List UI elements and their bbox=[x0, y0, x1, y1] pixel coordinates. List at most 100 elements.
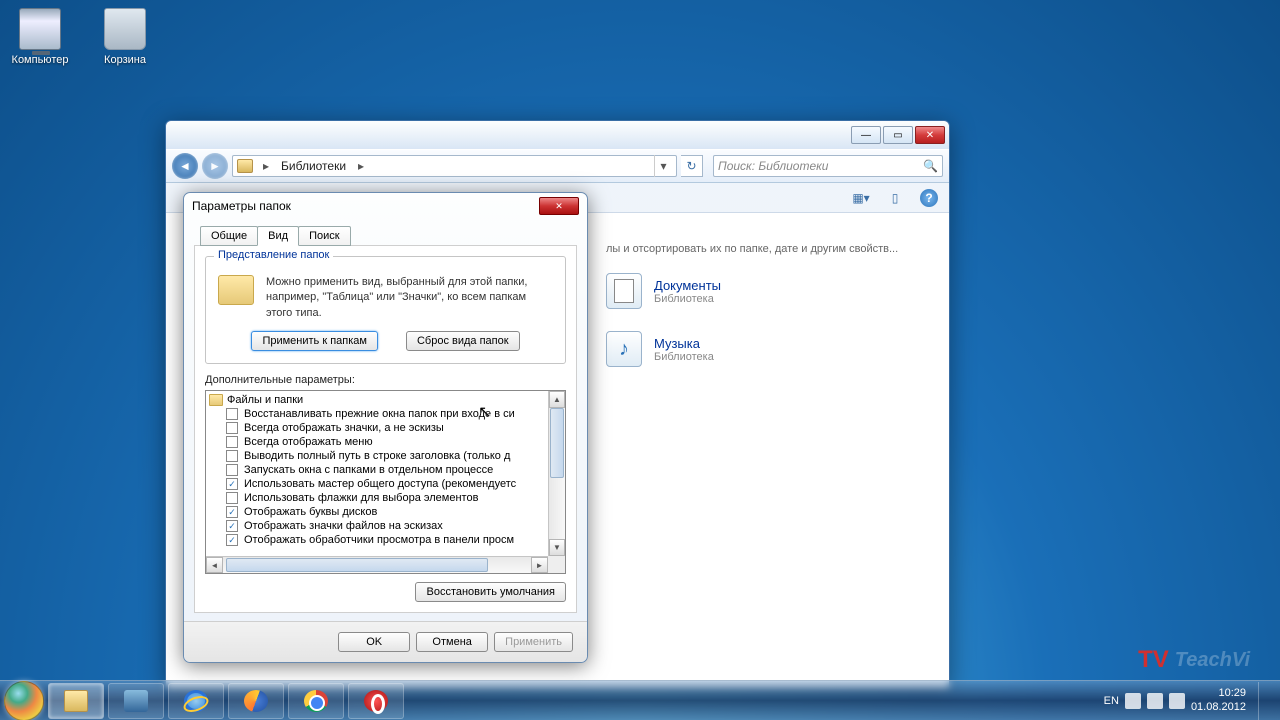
scroll-right-button[interactable]: ► bbox=[531, 557, 548, 573]
tree-item[interactable]: Восстанавливать прежние окна папок при в… bbox=[208, 407, 563, 421]
taskbar-clock[interactable]: 10:29 01.08.2012 bbox=[1191, 687, 1246, 713]
library-icon bbox=[606, 331, 642, 367]
computer-label: Компьютер bbox=[10, 54, 70, 66]
help-icon: ? bbox=[920, 189, 938, 207]
horizontal-scrollbar[interactable]: ◄ ► bbox=[206, 556, 548, 573]
checkbox[interactable] bbox=[226, 492, 238, 504]
group-title: Представление папок bbox=[214, 249, 333, 261]
vertical-scrollbar[interactable]: ▲ ▼ bbox=[548, 391, 565, 556]
tray-sound-icon[interactable] bbox=[1169, 693, 1185, 709]
tree-root[interactable]: Файлы и папки bbox=[208, 393, 563, 407]
content-desc: лы и отсортировать их по папке, дате и д… bbox=[606, 243, 939, 255]
taskbar-opera[interactable] bbox=[348, 683, 404, 719]
scroll-down-button[interactable]: ▼ bbox=[549, 539, 565, 556]
checkbox[interactable] bbox=[226, 436, 238, 448]
tree-item[interactable]: ✓Отображать буквы дисков bbox=[208, 505, 563, 519]
library-icon bbox=[606, 273, 642, 309]
tab-strip: ОбщиеВидПоиск bbox=[184, 219, 587, 245]
preview-pane-button[interactable]: ▯ bbox=[885, 189, 905, 207]
tree-item[interactable]: ✓ Отображать значки файлов на эскизах bbox=[208, 519, 563, 533]
breadcrumb-libraries[interactable]: Библиотеки bbox=[275, 159, 352, 173]
tree-item[interactable]: Использовать флажки для выбора элементов bbox=[208, 491, 563, 505]
help-button[interactable]: ? bbox=[919, 189, 939, 207]
breadcrumb[interactable]: ▸ Библиотеки ▸ ▾ bbox=[232, 155, 677, 177]
checkbox[interactable]: ✓ bbox=[226, 520, 238, 532]
tab-Общие[interactable]: Общие bbox=[200, 226, 258, 246]
show-desktop-button[interactable] bbox=[1258, 682, 1270, 720]
library-item[interactable]: МузыкаБиблиотека bbox=[606, 331, 939, 367]
tree-item[interactable]: ✓ Использовать мастер общего доступа (рек… bbox=[208, 477, 563, 491]
tab-Поиск[interactable]: Поиск bbox=[298, 226, 350, 246]
breadcrumb-sep: ▸ bbox=[257, 159, 275, 173]
tree-item[interactable]: Всегда отображать меню bbox=[208, 435, 563, 449]
folder-options-dialog: Параметры папок ✕ ОбщиеВидПоиск Представ… bbox=[183, 192, 588, 663]
taskbar-app[interactable] bbox=[108, 683, 164, 719]
ok-button[interactable]: OK bbox=[338, 632, 410, 652]
checkbox[interactable]: ✓ bbox=[226, 478, 238, 490]
tree-item[interactable]: Запускать окна с папками в отдельном про… bbox=[208, 463, 563, 477]
clock-date: 01.08.2012 bbox=[1191, 701, 1246, 714]
library-item[interactable]: ДокументыБиблиотека bbox=[606, 273, 939, 309]
explorer-icon bbox=[64, 690, 88, 712]
search-input[interactable]: Поиск: Библиотеки 🔍 bbox=[713, 155, 943, 177]
tree-item-label: Использовать мастер общего доступа (реко… bbox=[244, 478, 516, 490]
dialog-close-button[interactable]: ✕ bbox=[539, 197, 579, 215]
breadcrumb-sep: ▸ bbox=[352, 159, 370, 173]
maximize-button[interactable]: ▭ bbox=[883, 126, 913, 144]
close-button[interactable]: ✕ bbox=[915, 126, 945, 144]
firefox-icon bbox=[244, 690, 268, 712]
lang-indicator[interactable]: EN bbox=[1104, 695, 1119, 707]
desktop-trash-icon[interactable]: Корзина bbox=[95, 8, 155, 66]
cancel-button[interactable]: Отмена bbox=[416, 632, 488, 652]
clock-time: 10:29 bbox=[1191, 687, 1246, 700]
apply-button[interactable]: Применить bbox=[494, 632, 573, 652]
breadcrumb-dropdown[interactable]: ▾ bbox=[654, 155, 672, 177]
scroll-corner bbox=[548, 556, 565, 573]
tree-item-label: Отображать значки файлов на эскизах bbox=[244, 520, 443, 532]
library-sub: Библиотека bbox=[654, 293, 721, 305]
tree-item[interactable]: Выводить полный путь в строке заголовка … bbox=[208, 449, 563, 463]
hscroll-thumb[interactable] bbox=[226, 558, 488, 572]
checkbox[interactable] bbox=[226, 408, 238, 420]
tree-item-label: Выводить полный путь в строке заголовка … bbox=[244, 450, 510, 462]
tree-item[interactable]: ✓Отображать обработчики просмотра в пане… bbox=[208, 533, 563, 547]
library-sub: Библиотека bbox=[654, 351, 714, 363]
view-options-button[interactable]: ▦▾ bbox=[851, 189, 871, 207]
checkbox[interactable]: ✓ bbox=[226, 506, 238, 518]
checkbox[interactable] bbox=[226, 464, 238, 476]
libraries-icon bbox=[237, 159, 253, 173]
folder-view-group: Представление папок Можно применить вид,… bbox=[205, 256, 566, 364]
nav-back-button[interactable]: ◄ bbox=[172, 153, 198, 179]
refresh-button[interactable]: ↻ bbox=[681, 155, 703, 177]
apply-to-folders-button[interactable]: Применить к папкам bbox=[251, 331, 378, 351]
advanced-treeview[interactable]: Файлы и папкиВосстанавливать прежние окн… bbox=[205, 390, 566, 574]
tray-flag-icon[interactable] bbox=[1125, 693, 1141, 709]
group-text: Можно применить вид, выбранный для этой … bbox=[266, 275, 553, 321]
checkbox[interactable]: ✓ bbox=[226, 534, 238, 546]
explorer-titlebar[interactable]: — ▭ ✕ bbox=[166, 121, 949, 149]
nav-forward-button[interactable]: ► bbox=[202, 153, 228, 179]
tree-item-label: Восстанавливать прежние окна папок при в… bbox=[244, 408, 515, 420]
tray-network-icon[interactable] bbox=[1147, 693, 1163, 709]
folder-icon bbox=[209, 394, 223, 406]
desktop-computer-icon[interactable]: Компьютер bbox=[10, 8, 70, 66]
scroll-thumb[interactable] bbox=[550, 408, 564, 478]
checkbox[interactable] bbox=[226, 422, 238, 434]
taskbar-firefox[interactable] bbox=[228, 683, 284, 719]
folder-icon bbox=[218, 275, 254, 305]
trash-label: Корзина bbox=[95, 54, 155, 66]
taskbar-chrome[interactable] bbox=[288, 683, 344, 719]
checkbox[interactable] bbox=[226, 450, 238, 462]
taskbar-ie[interactable] bbox=[168, 683, 224, 719]
restore-defaults-button[interactable]: Восстановить умолчания bbox=[415, 582, 566, 602]
scroll-up-button[interactable]: ▲ bbox=[549, 391, 565, 408]
tab-Вид[interactable]: Вид bbox=[257, 226, 299, 246]
start-button[interactable] bbox=[4, 681, 44, 720]
taskbar-explorer[interactable] bbox=[48, 683, 104, 719]
advanced-label: Дополнительные параметры: bbox=[205, 374, 566, 386]
tree-item[interactable]: Всегда отображать значки, а не эскизы bbox=[208, 421, 563, 435]
reset-folders-button[interactable]: Сброс вида папок bbox=[406, 331, 520, 351]
dialog-titlebar[interactable]: Параметры папок ✕ bbox=[184, 193, 587, 219]
minimize-button[interactable]: — bbox=[851, 126, 881, 144]
scroll-left-button[interactable]: ◄ bbox=[206, 557, 223, 573]
